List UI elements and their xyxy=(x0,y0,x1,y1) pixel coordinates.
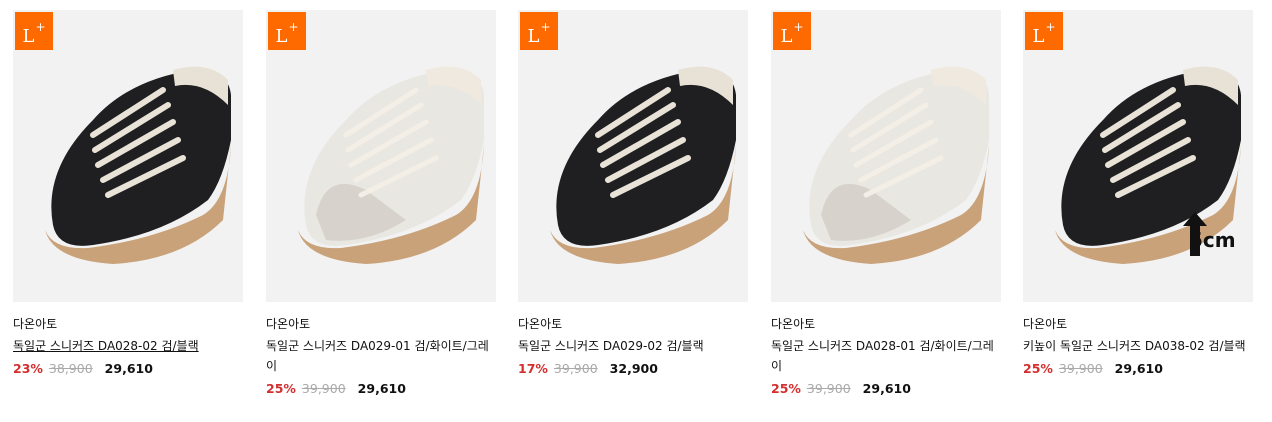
product-name[interactable]: 독일군 스니커즈 DA029-02 검/블랙 xyxy=(518,336,748,356)
sale-price: 32,900 xyxy=(609,361,658,376)
product-card[interactable]: L+ 다온아토 독일군 스니커즈 DA029-02 검/블랙 17% 39,900… xyxy=(518,10,748,378)
white-sneaker-image xyxy=(298,66,484,264)
product-image[interactable]: L+ 5cm xyxy=(1023,10,1253,302)
brand-name[interactable]: 다온아토 xyxy=(266,316,496,332)
price-row: 17% 39,900 32,900 xyxy=(518,360,748,378)
black-sneaker-image xyxy=(550,66,736,264)
price-row: 25% 39,900 29,610 xyxy=(771,380,1001,398)
product-name[interactable]: 독일군 스니커즈 DA028-01 검/화이트/그레이 xyxy=(771,336,1001,376)
black-sneaker-image xyxy=(45,66,231,264)
product-card[interactable]: L+ 다온아토 독일군 스니커즈 DA028-02 검/블랙 23% 38,900… xyxy=(13,10,243,378)
brand-name[interactable]: 다온아토 xyxy=(1023,316,1253,332)
price-row: 23% 38,900 29,610 xyxy=(13,360,243,378)
product-card[interactable]: L+ 다온아토 독일군 스니커즈 DA028-01 검/화이트/그레이 25% 3… xyxy=(771,10,1001,398)
height-label: 5cm xyxy=(1189,228,1236,252)
brand-name[interactable]: 다온아토 xyxy=(771,316,1001,332)
product-image[interactable]: L+ xyxy=(13,10,243,302)
original-price: 38,900 xyxy=(48,361,93,376)
product-name[interactable]: 독일군 스니커즈 DA029-01 검/화이트/그레이 xyxy=(266,336,496,376)
lplus-badge: L+ xyxy=(520,12,558,50)
original-price: 39,900 xyxy=(806,381,851,396)
discount-rate: 25% xyxy=(771,381,801,396)
discount-rate: 25% xyxy=(266,381,296,396)
product-image[interactable]: L+ xyxy=(266,10,496,302)
discount-rate: 25% xyxy=(1023,361,1053,376)
sale-price: 29,610 xyxy=(1114,361,1163,376)
product-name[interactable]: 독일군 스니커즈 DA028-02 검/블랙 xyxy=(13,336,243,356)
lplus-badge: L+ xyxy=(773,12,811,50)
discount-rate: 23% xyxy=(13,361,43,376)
lplus-badge: L+ xyxy=(1025,12,1063,50)
price-row: 25% 39,900 29,610 xyxy=(266,380,496,398)
brand-name[interactable]: 다온아토 xyxy=(13,316,243,332)
lplus-badge: L+ xyxy=(268,12,306,50)
product-image[interactable]: L+ xyxy=(518,10,748,302)
sale-price: 29,610 xyxy=(862,381,911,396)
brand-name[interactable]: 다온아토 xyxy=(518,316,748,332)
height-badge: 5cm xyxy=(1181,210,1241,258)
product-card[interactable]: L+ 다온아토 독일군 스니커즈 DA029-01 검/화이트/그레이 25% 3… xyxy=(266,10,496,398)
product-grid: L+ 다온아토 독일군 스니커즈 DA028-02 검/블랙 23% 38,900… xyxy=(0,0,1272,422)
product-card[interactable]: L+ 5cm 다온아토 키높이 독일군 스니커즈 DA038-02 검/블랙 2… xyxy=(1023,10,1253,378)
discount-rate: 17% xyxy=(518,361,548,376)
product-image[interactable]: L+ xyxy=(771,10,1001,302)
sale-price: 29,610 xyxy=(104,361,153,376)
price-row: 25% 39,900 29,610 xyxy=(1023,360,1253,378)
original-price: 39,900 xyxy=(1058,361,1103,376)
original-price: 39,900 xyxy=(301,381,346,396)
lplus-badge: L+ xyxy=(15,12,53,50)
original-price: 39,900 xyxy=(553,361,598,376)
product-name[interactable]: 키높이 독일군 스니커즈 DA038-02 검/블랙 xyxy=(1023,336,1253,356)
white-sneaker-image xyxy=(803,66,989,264)
sale-price: 29,610 xyxy=(357,381,406,396)
